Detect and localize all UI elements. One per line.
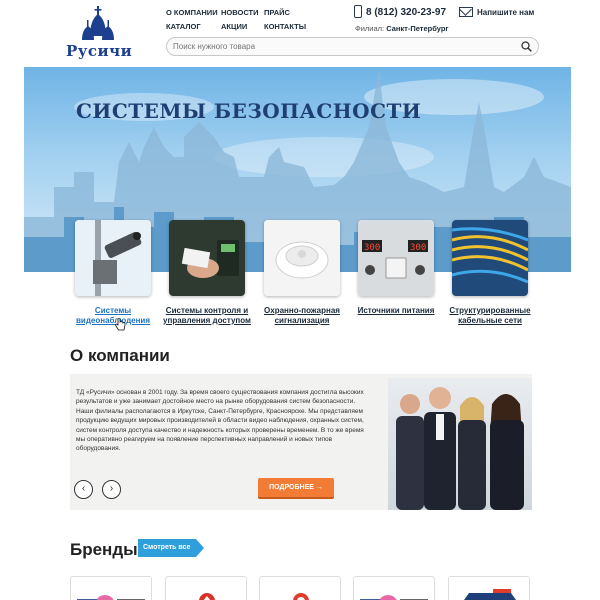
more-button[interactable]: ПОДРОБНЕЕ →	[258, 478, 334, 497]
category-power-supply[interactable]: 300 300 Источники питания	[349, 220, 443, 316]
camera-icon	[75, 220, 151, 296]
brand-logo-icon	[360, 595, 428, 600]
category-image[interactable]	[75, 220, 151, 296]
search-input[interactable]	[173, 42, 503, 51]
branch-selector[interactable]: Филиал: Санкт-Петербург	[355, 24, 449, 33]
svg-text:300: 300	[410, 243, 426, 253]
search-bar	[166, 37, 539, 56]
mail-icon[interactable]	[459, 7, 473, 17]
team-image	[396, 387, 524, 510]
branch-city[interactable]: Санкт-Петербург	[386, 24, 448, 33]
view-all-brands-button[interactable]: Смотреть все	[138, 539, 204, 557]
team-photo	[388, 378, 532, 510]
hero-title: СИСТЕМЫ БЕЗОПАСНОСТИ	[76, 99, 422, 123]
category-image[interactable]: 300 300	[358, 220, 434, 296]
category-image[interactable]	[169, 220, 245, 296]
category-cctv[interactable]: Системы видеонаблюдения	[66, 220, 160, 326]
nav-promo[interactable]: АКЦИИ	[221, 22, 247, 31]
category-fire-alarm[interactable]: Охранно-пожарная сигнализация	[255, 220, 349, 326]
search-icon[interactable]	[521, 41, 532, 52]
smoke-detector-icon	[264, 220, 340, 296]
next-button[interactable]: ›	[102, 480, 121, 499]
nav-about[interactable]: О КОМПАНИИ	[166, 8, 218, 17]
category-image[interactable]	[264, 220, 340, 296]
access-reader-icon	[169, 220, 245, 296]
category-label[interactable]: Охранно-пожарная сигнализация	[255, 306, 349, 326]
brand-card[interactable]	[448, 576, 530, 600]
category-access-control[interactable]: Системы контроля и управления доступом	[160, 220, 254, 326]
phone-icon	[354, 5, 362, 18]
category-label[interactable]: Системы контроля и управления доступом	[160, 306, 254, 326]
hand-cursor-icon	[115, 318, 126, 331]
write-us-link[interactable]: Напишите нам	[477, 8, 534, 17]
brand-logo-icon	[293, 593, 309, 600]
svg-text:300: 300	[364, 243, 380, 253]
category-label[interactable]: Источники питания	[349, 306, 443, 316]
brand-logo-icon	[199, 593, 215, 600]
brand-card[interactable]	[70, 576, 152, 600]
brand-card[interactable]	[165, 576, 247, 600]
nav-contacts[interactable]: КОНТАКТЫ	[264, 22, 306, 31]
nav-news[interactable]: НОВОСТИ	[221, 8, 259, 17]
phone-number[interactable]: 8 (812) 320-23-97	[366, 7, 446, 18]
brand-card[interactable]	[353, 576, 435, 600]
category-label[interactable]: Системы видеонаблюдения	[66, 306, 160, 326]
branch-label: Филиал:	[355, 24, 385, 33]
brand-logo-icon	[449, 577, 529, 600]
nav-price[interactable]: ПРАЙС	[264, 8, 290, 17]
about-text: ТД «Русичи» основан в 2001 году. За врем…	[76, 389, 364, 453]
power-supply-icon: 300 300	[358, 220, 434, 296]
network-cables-icon	[452, 220, 528, 296]
category-image[interactable]	[452, 220, 528, 296]
nav-catalog[interactable]: КАТАЛОГ	[166, 22, 201, 31]
brands-heading: Бренды	[70, 540, 138, 559]
brand-card[interactable]	[259, 576, 341, 600]
brand-logo-icon	[77, 595, 145, 600]
logo-text[interactable]: Русичи	[66, 42, 132, 60]
prev-button[interactable]: ‹	[74, 480, 93, 499]
category-structured-cabling[interactable]: Структурированные кабельные сети	[443, 220, 537, 326]
about-panel: ТД «Русичи» основан в 2001 году. За врем…	[70, 374, 532, 510]
about-heading: О компании	[70, 346, 170, 365]
category-label[interactable]: Структурированные кабельные сети	[443, 306, 537, 326]
